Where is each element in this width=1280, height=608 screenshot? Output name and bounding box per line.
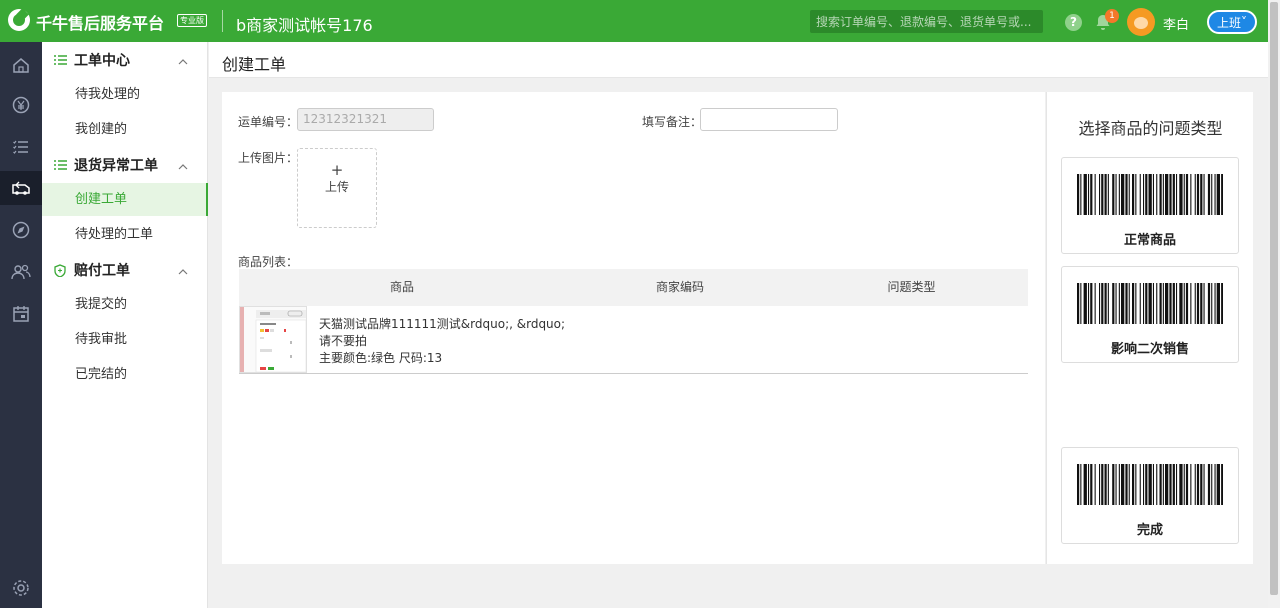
list-icon[interactable] (0, 130, 42, 164)
product-spec: 主要颜色:绿色 尺码:13 (319, 351, 443, 365)
search-input[interactable] (810, 10, 1043, 33)
brand-name: 千牛售后服务平台 (36, 14, 165, 33)
chevron-down-icon: ˅ (1241, 15, 1247, 29)
sidebar-group-label: 工单中心 (74, 53, 130, 69)
column-header-merchant-code: 商家编码 (655, 280, 704, 294)
upload-image-button[interactable]: + 上传 (297, 148, 377, 228)
compass-icon[interactable] (0, 213, 42, 247)
home-icon[interactable] (0, 48, 42, 82)
column-header-problem-type: 问题类型 (887, 280, 936, 294)
list-icon (54, 158, 68, 172)
problem-type-panel-title: 选择商品的问题类型 (1078, 119, 1223, 138)
edition-badge: 专业版 (177, 14, 207, 27)
waybill-number-field: 12312321321 (297, 108, 434, 131)
barcode-icon (1077, 174, 1223, 215)
page-title-bar: 创建工单 (209, 42, 1268, 78)
table-row: 天猫测试品牌111111测试&rdquo;, &rdquo; 请不要拍 主要颜色… (239, 306, 1028, 374)
chevron-up-icon (178, 54, 188, 69)
product-name: 天猫测试品牌111111测试&rdquo;, &rdquo; (319, 317, 566, 331)
product-name-line2: 请不要拍 (319, 334, 368, 348)
upload-label: 上传图片： (238, 151, 299, 165)
page-title: 创建工单 (222, 55, 287, 74)
user-name[interactable]: 李白 (1163, 14, 1189, 33)
icon-rail (0, 42, 42, 608)
barcode-card-label: 完成 (1136, 523, 1163, 538)
product-list-label: 商品列表： (238, 255, 299, 269)
sidebar-item-pending-for-me[interactable]: 待我处理的 (42, 78, 208, 111)
return-icon[interactable] (0, 171, 42, 205)
product-info: 天猫测试品牌111111测试&rdquo;, &rdquo; 请不要拍 主要颜色… (319, 316, 565, 367)
sidebar-item-submitted-by-me[interactable]: 我提交的 (42, 288, 208, 321)
page-scrollbar[interactable] (1268, 0, 1280, 608)
chevron-up-icon (178, 159, 188, 174)
people-icon[interactable] (0, 255, 42, 289)
sidebar-item-awaiting-approval[interactable]: 待我审批 (42, 323, 208, 356)
complete-barcode-card[interactable]: 完成 (1061, 447, 1239, 544)
barcode-icon (1077, 464, 1223, 505)
notification-count-badge: 1 (1105, 9, 1119, 23)
account-name: b商家测试帐号176 (236, 16, 373, 35)
normal-goods-barcode-card[interactable]: 正常商品 (1061, 157, 1239, 254)
logo-icon (8, 9, 30, 31)
affects-resale-barcode-card[interactable]: 影响二次销售 (1061, 266, 1239, 363)
sidebar-group-label: 退货异常工单 (74, 158, 158, 174)
settings-icon[interactable] (0, 571, 42, 605)
product-thumbnail[interactable] (239, 306, 307, 373)
product-table-header: 商品 商家编码 问题类型 (239, 269, 1028, 306)
shield-icon (54, 263, 68, 277)
top-bar: 千牛售后服务平台 专业版 b商家测试帐号176 ? 1 李白 上班˅ (0, 0, 1268, 42)
sidebar-group-label: 赔付工单 (74, 263, 130, 279)
shift-status-button[interactable]: 上班 ˅ (1207, 10, 1257, 34)
help-icon[interactable]: ? (1065, 14, 1082, 31)
avatar[interactable] (1127, 8, 1155, 36)
sidebar-item-created-by-me[interactable]: 我创建的 (42, 113, 208, 146)
calendar-icon[interactable] (0, 297, 42, 331)
upload-button-label: 上传 (324, 180, 349, 194)
yuan-icon[interactable] (0, 88, 42, 122)
plus-icon: + (330, 161, 344, 179)
remark-label: 填写备注： (642, 115, 703, 129)
sidebar-item-completed[interactable]: 已完结的 (42, 358, 208, 391)
sidebar-group-return-exception[interactable]: 退货异常工单 (54, 153, 202, 177)
problem-type-panel: 选择商品的问题类型 正常商品 影响二次销售 完成 (1046, 92, 1253, 564)
barcode-icon (1077, 283, 1223, 324)
scrollbar-thumb[interactable] (1270, 2, 1278, 595)
chevron-up-icon (178, 264, 188, 279)
create-ticket-form: 运单编号： 12312321321 填写备注： 上传图片： + 上传 商品列表：… (222, 92, 1045, 564)
sidebar-item-pending-tickets[interactable]: 待处理的工单 (42, 218, 208, 251)
barcode-card-label: 影响二次销售 (1110, 342, 1189, 357)
sidebar-item-create-ticket[interactable]: 创建工单 (42, 183, 208, 216)
column-header-product: 商品 (389, 280, 414, 294)
sidebar: 工单中心 待我处理的 我创建的 退货异常工单 创建工单 待处理的工单 赔付工单 … (42, 42, 208, 608)
avatar-face (1134, 17, 1148, 29)
barcode-card-label: 正常商品 (1123, 233, 1176, 248)
sidebar-group-ticket-center[interactable]: 工单中心 (54, 48, 202, 72)
list-icon (54, 53, 68, 67)
waybill-label: 运单编号： (238, 115, 299, 129)
shift-button-label: 上班 (1216, 15, 1241, 30)
header-divider (222, 10, 223, 32)
sidebar-group-compensation[interactable]: 赔付工单 (54, 258, 202, 282)
remark-input[interactable] (700, 108, 838, 131)
